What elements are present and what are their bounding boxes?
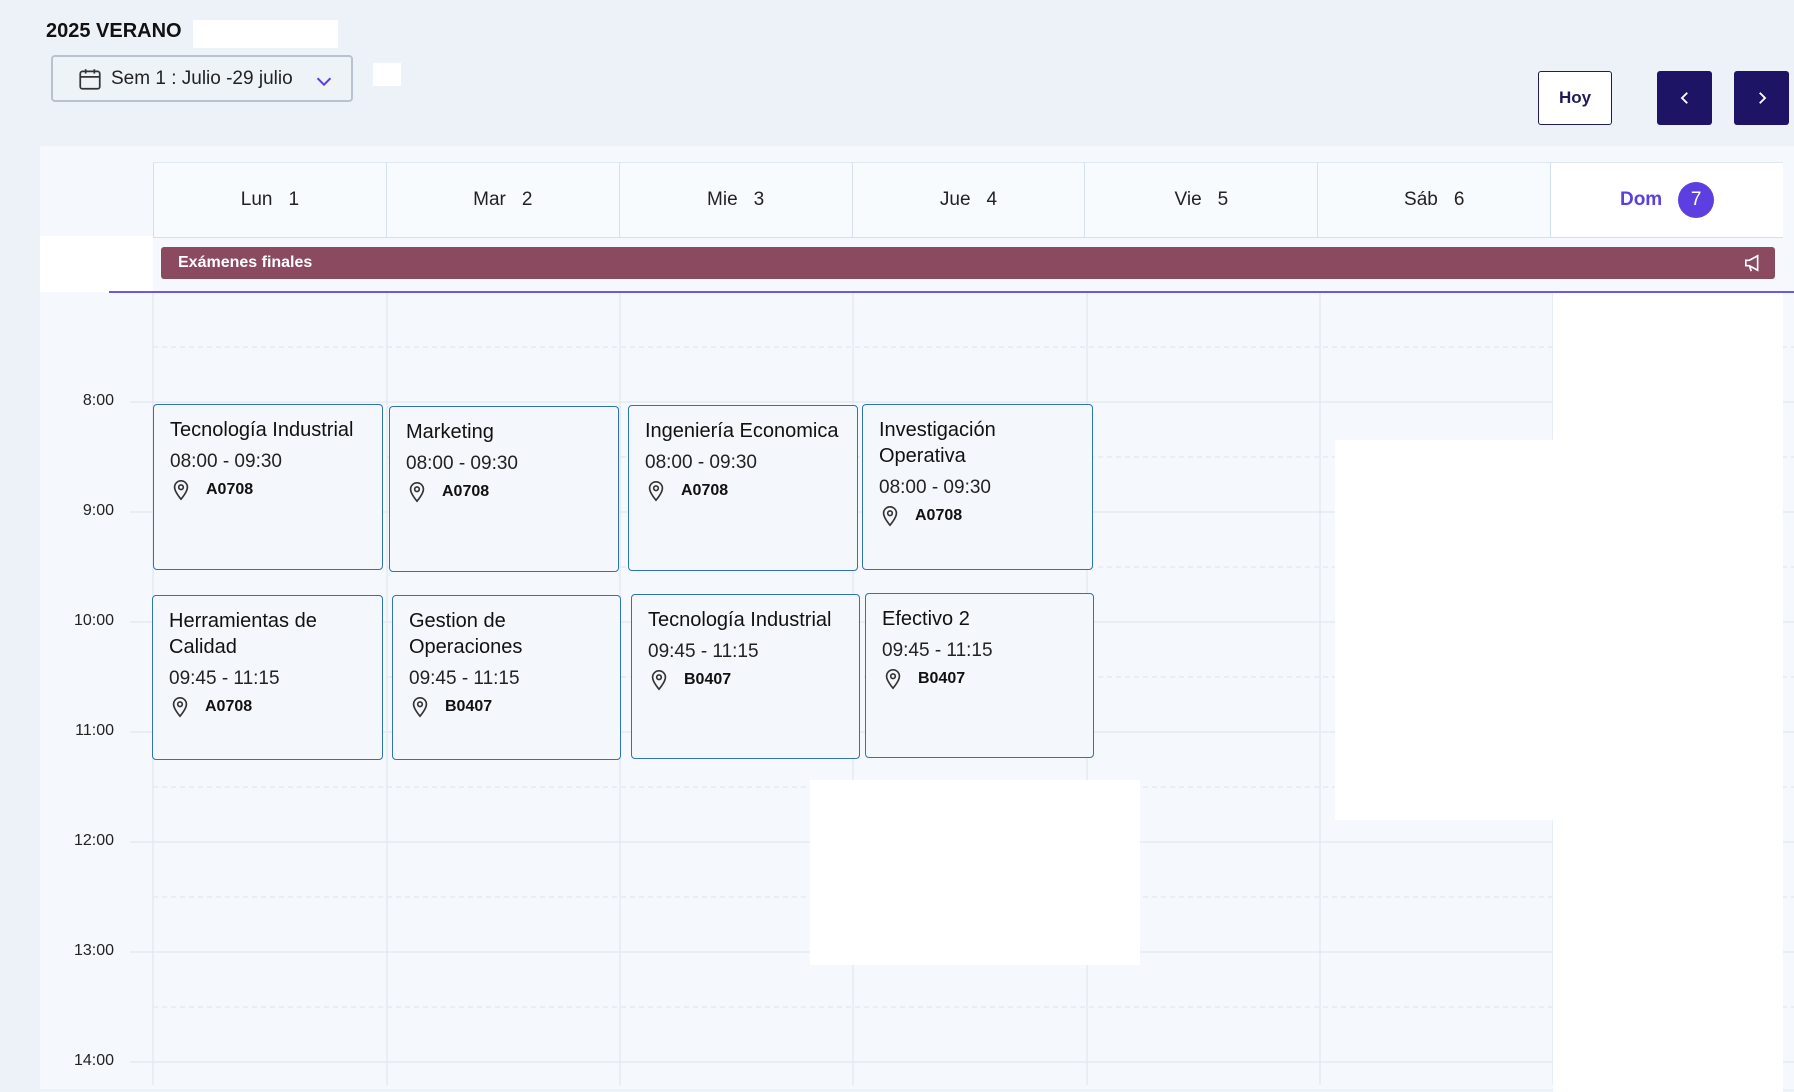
- event-room: B0407: [409, 696, 604, 718]
- day-name: Jue: [939, 189, 971, 210]
- location-pin-icon: [172, 697, 188, 718]
- day-number: 4: [986, 189, 998, 210]
- day-number: 6: [1453, 189, 1465, 210]
- location-pin-icon: [412, 697, 428, 718]
- day-name: Sáb: [1404, 189, 1438, 210]
- event-title: Efectivo 2: [882, 608, 970, 630]
- event-time: 09:45 - 11:15: [648, 641, 759, 662]
- location-pin-icon: [173, 480, 189, 501]
- event-room: A0708: [645, 480, 841, 502]
- event-card[interactable]: Marketing 08:00 - 09:30 A0708: [389, 406, 619, 572]
- day-name: Lun: [240, 189, 273, 210]
- event-room: A0708: [169, 696, 366, 718]
- day-header-sun[interactable]: Dom 7: [1550, 163, 1784, 237]
- event-room: B0407: [648, 669, 843, 691]
- blank-overlay: [810, 780, 1140, 965]
- event-card[interactable]: Ingeniería Economica 08:00 - 09:30 A0708: [628, 405, 858, 571]
- week-select-label: Sem 1 : Julio -29 julio: [111, 67, 293, 89]
- event-title: Ingeniería Economica: [645, 420, 839, 442]
- event-room-code: A0708: [915, 507, 963, 524]
- location-pin-icon: [648, 481, 664, 502]
- day-header-row: Lun 1 Mar 2 Mie 3 Jue 4 Vie 5 Sáb 6 Dom 7: [153, 162, 1784, 238]
- day-number: 5: [1217, 189, 1229, 210]
- event-time: 08:00 - 09:30: [406, 453, 518, 474]
- day-header-wed[interactable]: Mie 3: [618, 163, 852, 237]
- event-time: 08:00 - 09:30: [879, 477, 991, 498]
- location-pin-icon: [885, 669, 901, 690]
- hour-label: 12:00: [73, 832, 114, 849]
- event-room: B0407: [882, 668, 1077, 690]
- location-pin-icon: [882, 506, 898, 527]
- day-name: Dom: [1619, 189, 1663, 210]
- event-time: 09:45 - 11:15: [409, 668, 520, 689]
- event-room-code: A0708: [206, 481, 254, 498]
- filter-blank: [373, 63, 401, 86]
- day-number: 1: [288, 189, 300, 210]
- event-title: Investigación Operativa: [879, 419, 996, 467]
- day-name: Mie: [707, 189, 738, 210]
- hour-label: 14:00: [73, 1052, 114, 1069]
- event-room: A0708: [406, 481, 602, 503]
- event-room-code: B0407: [445, 698, 493, 715]
- event-title: Herramientas de Calidad: [169, 610, 317, 658]
- chevron-down-icon: [316, 77, 332, 87]
- event-room-code: B0407: [684, 671, 732, 688]
- event-card[interactable]: Tecnología Industrial 09:45 - 11:15 B040…: [631, 594, 860, 759]
- event-room-code: A0708: [681, 482, 729, 499]
- allday-banner-label: Exámenes finales: [178, 254, 313, 271]
- event-card[interactable]: Gestion de Operaciones 09:45 - 11:15 B04…: [392, 595, 621, 760]
- event-room-code: B0407: [918, 670, 966, 687]
- event-title: Gestion de Operaciones: [409, 610, 523, 658]
- today-button[interactable]: Hoy: [1538, 71, 1612, 125]
- hour-label: 11:00: [75, 722, 114, 739]
- hour-label: 13:00: [73, 942, 114, 959]
- event-room-code: A0708: [442, 483, 490, 500]
- allday-banner[interactable]: Exámenes finales: [161, 247, 1775, 279]
- hour-label: 10:00: [73, 612, 114, 629]
- megaphone-icon: [1745, 254, 1759, 272]
- current-time-line: [109, 291, 1794, 293]
- event-card[interactable]: Tecnología Industrial 08:00 - 09:30 A070…: [153, 404, 383, 570]
- event-time: 08:00 - 09:30: [170, 451, 282, 472]
- event-title: Tecnología Industrial: [170, 419, 354, 441]
- next-week-button[interactable]: [1734, 71, 1789, 125]
- event-card[interactable]: Herramientas de Calidad 09:45 - 11:15 A0…: [152, 595, 383, 760]
- chevron-left-icon: [1680, 92, 1688, 104]
- blank-overlay: [1335, 440, 1641, 820]
- calendar-icon: [79, 68, 101, 90]
- event-card[interactable]: Efectivo 2 09:45 - 11:15 B0407: [865, 593, 1094, 758]
- day-header-tue[interactable]: Mar 2: [385, 163, 619, 237]
- hour-label: 8:00: [82, 392, 114, 409]
- term-title: 2025 VERANO: [46, 20, 182, 42]
- event-card[interactable]: Investigación Operativa 08:00 - 09:30 A0…: [862, 404, 1093, 570]
- today-number-badge: 7: [1678, 182, 1715, 218]
- event-time: 08:00 - 09:30: [645, 452, 757, 473]
- day-number: 3: [753, 189, 765, 210]
- location-pin-icon: [409, 482, 425, 503]
- event-title: Tecnología Industrial: [648, 609, 832, 631]
- hour-label: 9:00: [82, 502, 114, 519]
- day-name: Vie: [1174, 189, 1202, 210]
- event-room: A0708: [879, 505, 1076, 527]
- prev-week-button[interactable]: [1657, 71, 1712, 125]
- event-room-code: A0708: [205, 698, 253, 715]
- day-header-sat[interactable]: Sáb 6: [1317, 163, 1550, 237]
- day-header-mon[interactable]: Lun 1: [153, 163, 386, 237]
- week-select[interactable]: Sem 1 : Julio -29 julio: [51, 55, 353, 102]
- chevron-right-icon: [1758, 92, 1766, 104]
- allday-gutter: [40, 236, 153, 292]
- event-time: 09:45 - 11:15: [882, 640, 993, 661]
- day-header-thu[interactable]: Jue 4: [851, 163, 1085, 237]
- event-title: Marketing: [406, 421, 494, 443]
- event-room: A0708: [170, 479, 366, 501]
- day-name: Mar: [473, 189, 506, 210]
- event-time: 09:45 - 11:15: [169, 668, 280, 689]
- day-header-fri[interactable]: Vie 5: [1084, 163, 1317, 237]
- term-blank-field: [193, 20, 338, 48]
- day-number: 2: [521, 189, 533, 210]
- location-pin-icon: [651, 670, 667, 691]
